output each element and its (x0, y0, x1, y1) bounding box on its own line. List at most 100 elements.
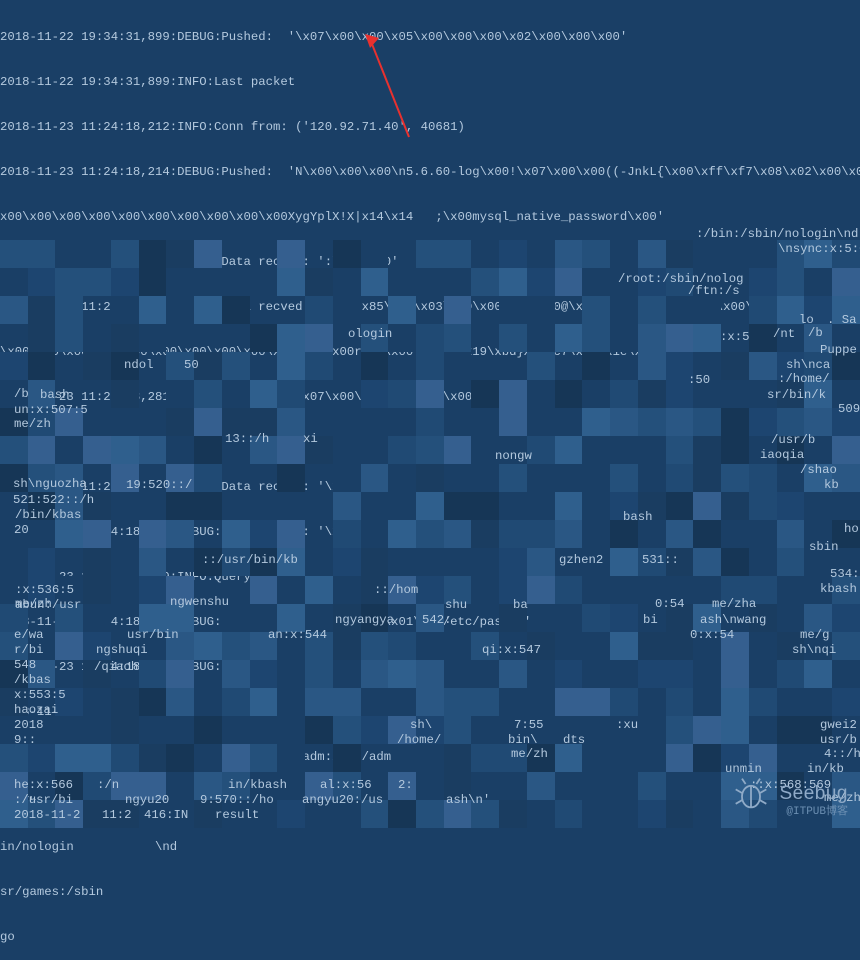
seebug-text: Seebug (779, 786, 848, 801)
text-fragment: 4::/h (824, 747, 860, 762)
seebug-logo-icon (733, 775, 769, 811)
text-fragment: /qiaoh (94, 660, 138, 675)
text-fragment: 521:522::/h (13, 493, 94, 508)
text-fragment: 7:55 (514, 718, 544, 733)
text-fragment: me/zh (15, 597, 52, 612)
text-fragment: Puppe (820, 343, 857, 358)
log-line: 2018-11-23 11:24:18,281:DEBUG:Pushed: '\… (0, 390, 860, 405)
text-fragment: e/wa (14, 628, 44, 643)
text-fragment: sh\nqi (792, 643, 836, 658)
text-fragment: 531:: (642, 553, 679, 568)
text-fragment: :/n (97, 778, 119, 793)
text-fragment: gzhen2 (559, 553, 603, 568)
text-fragment: 11:2 (102, 808, 132, 823)
text-fragment: /kbas (14, 673, 51, 688)
log-line: 2018-11-23 11:24:18,349:INFO:Query (0, 570, 860, 585)
text-fragment: :50 (688, 373, 710, 388)
log-line: 2018-11-23 11:24:18,281:DEBUG:Data recve… (0, 300, 860, 315)
text-fragment: me/g (800, 628, 830, 643)
text-fragment: ngshuqi (96, 643, 148, 658)
text-fragment: x:553:5 (14, 688, 66, 703)
text-fragment: ngyangya (335, 613, 394, 628)
text-fragment: 9:: (14, 733, 36, 748)
text-fragment: kbash (820, 582, 857, 597)
log-line: 2018-11-23 11:24:18,212:INFO:Conn from: … (0, 120, 860, 135)
text-fragment: ::/usr/bin/kb (202, 553, 298, 568)
text-fragment: usr/bin (127, 628, 179, 643)
text-fragment: nongw (495, 449, 532, 464)
text-fragment: result (215, 808, 259, 823)
text-fragment: sh\ (410, 718, 432, 733)
log-line: 2018-11-22 19:34:31,899:INFO:Last packet (0, 75, 860, 90)
log-line: 2018-11-23 11:24:18,282:INFO:Last packet (0, 435, 860, 450)
text-fragment: \nsync:x:5:0 (778, 242, 860, 257)
text-fragment: :/usr/bi (14, 793, 73, 808)
text-fragment: 0:x:54 (690, 628, 734, 643)
text-fragment: r/bi (14, 643, 44, 658)
text-fragment: 19:520::/ (126, 478, 192, 493)
text-fragment: 2: (398, 778, 413, 793)
text-fragment: :x:536:5 (15, 583, 74, 598)
text-fragment: 2018 (14, 718, 44, 733)
text-fragment: /home/ (397, 733, 441, 748)
text-fragment: bash (40, 388, 70, 403)
text-fragment: /b (808, 326, 823, 341)
text-fragment: ba (513, 598, 528, 613)
text-fragment: ngwenshu (170, 595, 229, 610)
text-fragment: bi (643, 613, 658, 628)
text-fragment: 509 (838, 402, 860, 417)
text-fragment: al:x:56 (320, 778, 372, 793)
text-fragment: 416:IN (144, 808, 188, 823)
text-fragment: /usr/b (771, 433, 815, 448)
text-fragment: :/home/ (778, 372, 830, 387)
text-fragment: 2018-11-2 (14, 808, 80, 823)
text-fragment: iaoqia (760, 448, 804, 463)
text-fragment: . Sa (827, 313, 857, 328)
text-fragment: /bin/kbas (15, 508, 81, 523)
log-line: in/nologin \nd (0, 840, 860, 855)
text-fragment: :xu (616, 718, 638, 733)
log-line: 2018-11-23 11:24:18,214:DEBUG:Pushed: 'N… (0, 165, 860, 180)
text-fragment: qi:x:547 (482, 643, 541, 658)
text-fragment: 548 (14, 658, 36, 673)
text-fragment: 542: (422, 613, 452, 628)
text-fragment: /nt (773, 327, 795, 342)
log-line: 2018-11-22 19:34:31,899:DEBUG:Pushed: '\… (0, 30, 860, 45)
text-fragment: shu (445, 598, 467, 613)
log-line: x00\x00\x00\x00\x00\x00\x00\x00\x00\x00X… (0, 210, 860, 225)
text-fragment: 50 (184, 358, 199, 373)
text-fragment: :x:5 (720, 330, 750, 345)
text-fragment: /ftn:/s (688, 284, 740, 299)
text-fragment: bash (623, 510, 653, 525)
text-fragment: angyu20:/us (302, 793, 383, 808)
text-fragment: sr/bin/k (767, 388, 826, 403)
text-fragment: 534: (830, 567, 860, 582)
text-fragment: xi (303, 432, 318, 447)
text-fragment: haozai (14, 703, 58, 718)
text-fragment: an:x:544 (268, 628, 327, 643)
text-fragment: he:x:566 (14, 778, 73, 793)
text-fragment: me/zh (14, 417, 51, 432)
text-fragment: me/zh (511, 747, 548, 762)
log-line: 2018-11-23 11:24:18,281:DEBUG:Data recve… (0, 255, 860, 270)
text-fragment: ho (844, 522, 859, 537)
text-fragment: 20 (14, 523, 29, 538)
log-line: sr/games:/sbin (0, 885, 860, 900)
text-fragment: me/zha (712, 597, 756, 612)
seebug-watermark: Seebug (733, 775, 848, 811)
text-fragment: ash\n' (446, 793, 490, 808)
log-line: go (0, 930, 860, 945)
text-fragment: dts (563, 733, 585, 748)
text-fragment: gwei2 (820, 718, 857, 733)
text-fragment: ologin (348, 327, 392, 342)
text-fragment: un:x:507:5 (14, 403, 88, 418)
text-fragment: sh\nguozha (13, 477, 87, 492)
text-fragment: bin\ (508, 733, 538, 748)
text-fragment: in/kbash (228, 778, 287, 793)
text-fragment: ::/hom (374, 583, 418, 598)
text-fragment: /b (14, 387, 29, 402)
text-fragment: 0:54 (655, 597, 685, 612)
text-fragment: sh\nca (786, 358, 830, 373)
text-fragment: :/bin:/sbin/nologin\nd (696, 227, 858, 242)
text-fragment: ngyu20 (125, 793, 169, 808)
